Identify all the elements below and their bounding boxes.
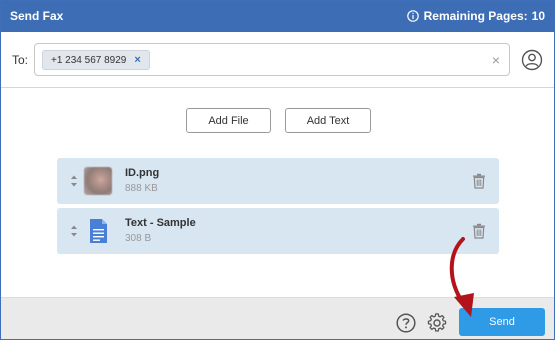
- file-list-item[interactable]: ID.png 888 KB: [57, 158, 499, 204]
- send-fax-dialog: Send Fax Remaining Pages: 10 To: +1 234 …: [0, 0, 555, 340]
- add-file-button[interactable]: Add File: [186, 108, 271, 133]
- info-icon: [406, 10, 419, 22]
- send-button[interactable]: Send: [459, 308, 545, 336]
- file-name: ID.png: [125, 167, 160, 179]
- document-icon: [90, 219, 107, 243]
- trash-icon[interactable]: [472, 173, 486, 189]
- contacts-icon[interactable]: [521, 49, 543, 71]
- remaining-pages: Remaining Pages: 10: [406, 9, 545, 23]
- recipient-input[interactable]: +1 234 567 8929 × ×: [34, 43, 510, 76]
- remove-recipient-icon[interactable]: ×: [134, 54, 140, 66]
- file-size: 308 B: [125, 233, 152, 244]
- dialog-footer: Send: [1, 297, 554, 339]
- trash-icon[interactable]: [472, 223, 486, 239]
- drag-handle-icon[interactable]: [70, 224, 78, 238]
- recipient-number: +1 234 567 8929: [51, 54, 127, 66]
- recipient-row: To: +1 234 567 8929 × ×: [1, 32, 554, 88]
- image-thumbnail: [84, 167, 112, 195]
- clear-recipients-icon[interactable]: ×: [492, 52, 500, 68]
- remaining-pages-value: 10: [531, 9, 545, 23]
- dialog-title: Send Fax: [10, 9, 64, 23]
- remaining-pages-label: Remaining Pages:: [423, 9, 528, 23]
- file-name: Text - Sample: [125, 217, 196, 229]
- recipient-chip[interactable]: +1 234 567 8929 ×: [42, 50, 150, 70]
- add-text-button[interactable]: Add Text: [285, 108, 371, 133]
- gear-icon[interactable]: [427, 313, 447, 333]
- drag-handle-icon[interactable]: [70, 174, 78, 188]
- file-list-item[interactable]: Text - Sample 308 B: [57, 208, 499, 254]
- file-size: 888 KB: [125, 183, 158, 194]
- help-icon[interactable]: [396, 313, 416, 333]
- to-label: To:: [12, 53, 29, 67]
- title-bar: Send Fax Remaining Pages: 10: [1, 1, 554, 32]
